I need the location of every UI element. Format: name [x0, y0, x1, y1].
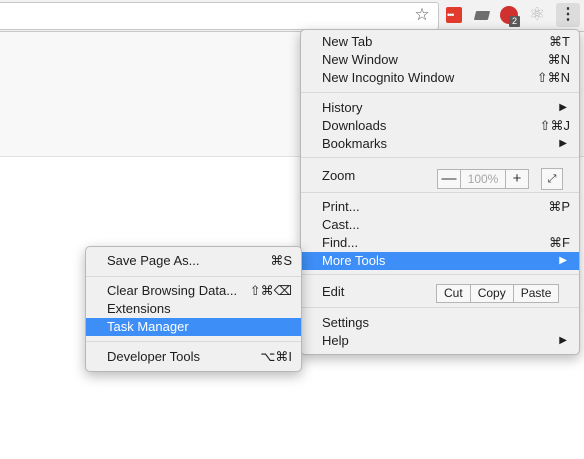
menu-item-clear-browsing-data[interactable]: Clear Browsing Data... ⇧⌘⌫	[86, 282, 301, 300]
menu-item-zoom: Zoom — 100% + ⤢	[301, 167, 579, 190]
menu-item-label: Developer Tools	[107, 349, 200, 364]
menu-item-new-window[interactable]: New Window ⌘N	[301, 51, 579, 69]
shortcut-label: ⌘F	[549, 235, 570, 250]
menu-item-label: Print...	[322, 199, 360, 214]
zoom-in-button[interactable]: +	[506, 170, 528, 188]
chevron-right-icon: ▶	[559, 255, 567, 266]
menu-item-label: New Window	[322, 52, 398, 67]
address-bar[interactable]	[0, 2, 439, 30]
chevron-right-icon: ▶	[559, 102, 567, 113]
menu-item-label: Save Page As...	[107, 253, 200, 268]
menu-divider	[301, 274, 579, 275]
zoom-level: 100%	[460, 170, 506, 188]
cut-button[interactable]: Cut	[437, 285, 470, 302]
chrome-menu: New Tab ⌘T New Window ⌘N New Incognito W…	[300, 29, 580, 355]
chevron-right-icon: ▶	[559, 335, 567, 346]
menu-item-label: Extensions	[107, 301, 171, 316]
fullscreen-icon[interactable]: ⤢	[541, 168, 563, 190]
menu-item-label: History	[322, 100, 363, 115]
extension-adblock-icon[interactable]: 2	[500, 6, 520, 27]
menu-item-downloads[interactable]: Downloads ⇧⌘J	[301, 117, 579, 135]
extension-tag-icon[interactable]	[473, 7, 490, 23]
paste-button[interactable]: Paste	[512, 285, 559, 302]
menu-item-label: Edit	[322, 284, 345, 299]
menu-item-help[interactable]: Help ▶	[301, 332, 579, 350]
edit-control: Cut Copy Paste	[436, 284, 560, 303]
shortcut-label: ⌥⌘I	[260, 349, 292, 364]
zoom-out-button[interactable]: —	[438, 170, 460, 188]
menu-item-label: Settings	[322, 315, 369, 330]
menu-item-save-page[interactable]: Save Page As... ⌘S	[86, 252, 301, 270]
shortcut-label: ⌘P	[548, 199, 570, 214]
copy-button[interactable]: Copy	[469, 285, 513, 302]
vertical-dots-icon[interactable]: ⋮	[556, 3, 580, 27]
menu-divider	[301, 92, 579, 93]
menu-item-developer-tools[interactable]: Developer Tools ⌥⌘I	[86, 348, 301, 366]
shortcut-label: ⇧⌘N	[536, 70, 570, 85]
menu-divider	[301, 192, 579, 193]
menu-item-label: Task Manager	[107, 319, 189, 334]
menu-item-label: Cast...	[322, 217, 360, 232]
shortcut-label: ⇧⌘⌫	[249, 283, 292, 298]
shortcut-label: ⇧⌘J	[539, 118, 570, 133]
star-icon[interactable]: ☆	[413, 5, 431, 25]
menu-item-history[interactable]: History ▶	[301, 99, 579, 117]
menu-item-bookmarks[interactable]: Bookmarks ▶	[301, 135, 579, 153]
extension-react-icon[interactable]	[529, 4, 547, 24]
extension-lastpass-icon[interactable]	[446, 7, 462, 23]
menu-item-label: Downloads	[322, 118, 387, 133]
extension-badge: 2	[509, 16, 520, 27]
menu-item-label: Help	[322, 333, 349, 348]
menu-item-cast[interactable]: Cast...	[301, 216, 579, 234]
shortcut-label: ⌘N	[547, 52, 570, 67]
menu-item-label: Zoom	[322, 168, 356, 183]
menu-item-label: Bookmarks	[322, 136, 388, 151]
zoom-control: — 100% +	[437, 169, 529, 189]
shortcut-label: ⌘S	[270, 253, 292, 268]
menu-divider	[301, 157, 579, 158]
menu-item-more-tools[interactable]: More Tools ▶	[301, 252, 579, 270]
browser-toolbar: ☆ 2 ⋮	[0, 0, 584, 32]
menu-item-label: New Tab	[322, 34, 373, 49]
menu-divider	[301, 307, 579, 308]
more-tools-submenu: Save Page As... ⌘S Clear Browsing Data..…	[85, 246, 302, 372]
shortcut-label: ⌘T	[549, 34, 570, 49]
menu-item-settings[interactable]: Settings	[301, 314, 579, 332]
menu-item-label: More Tools	[322, 253, 386, 268]
menu-item-print[interactable]: Print... ⌘P	[301, 198, 579, 216]
menu-divider	[86, 341, 301, 342]
chevron-right-icon: ▶	[559, 138, 567, 149]
menu-item-new-incognito[interactable]: New Incognito Window ⇧⌘N	[301, 69, 579, 87]
menu-item-label: Clear Browsing Data...	[107, 283, 238, 298]
menu-item-task-manager[interactable]: Task Manager	[86, 318, 301, 336]
menu-item-new-tab[interactable]: New Tab ⌘T	[301, 33, 579, 51]
menu-item-label: New Incognito Window	[322, 70, 455, 85]
menu-item-extensions[interactable]: Extensions	[86, 300, 301, 318]
menu-item-edit: Edit Cut Copy Paste	[301, 283, 579, 303]
menu-item-label: Find...	[322, 235, 359, 250]
menu-item-find[interactable]: Find... ⌘F	[301, 234, 579, 252]
menu-divider	[86, 276, 301, 277]
